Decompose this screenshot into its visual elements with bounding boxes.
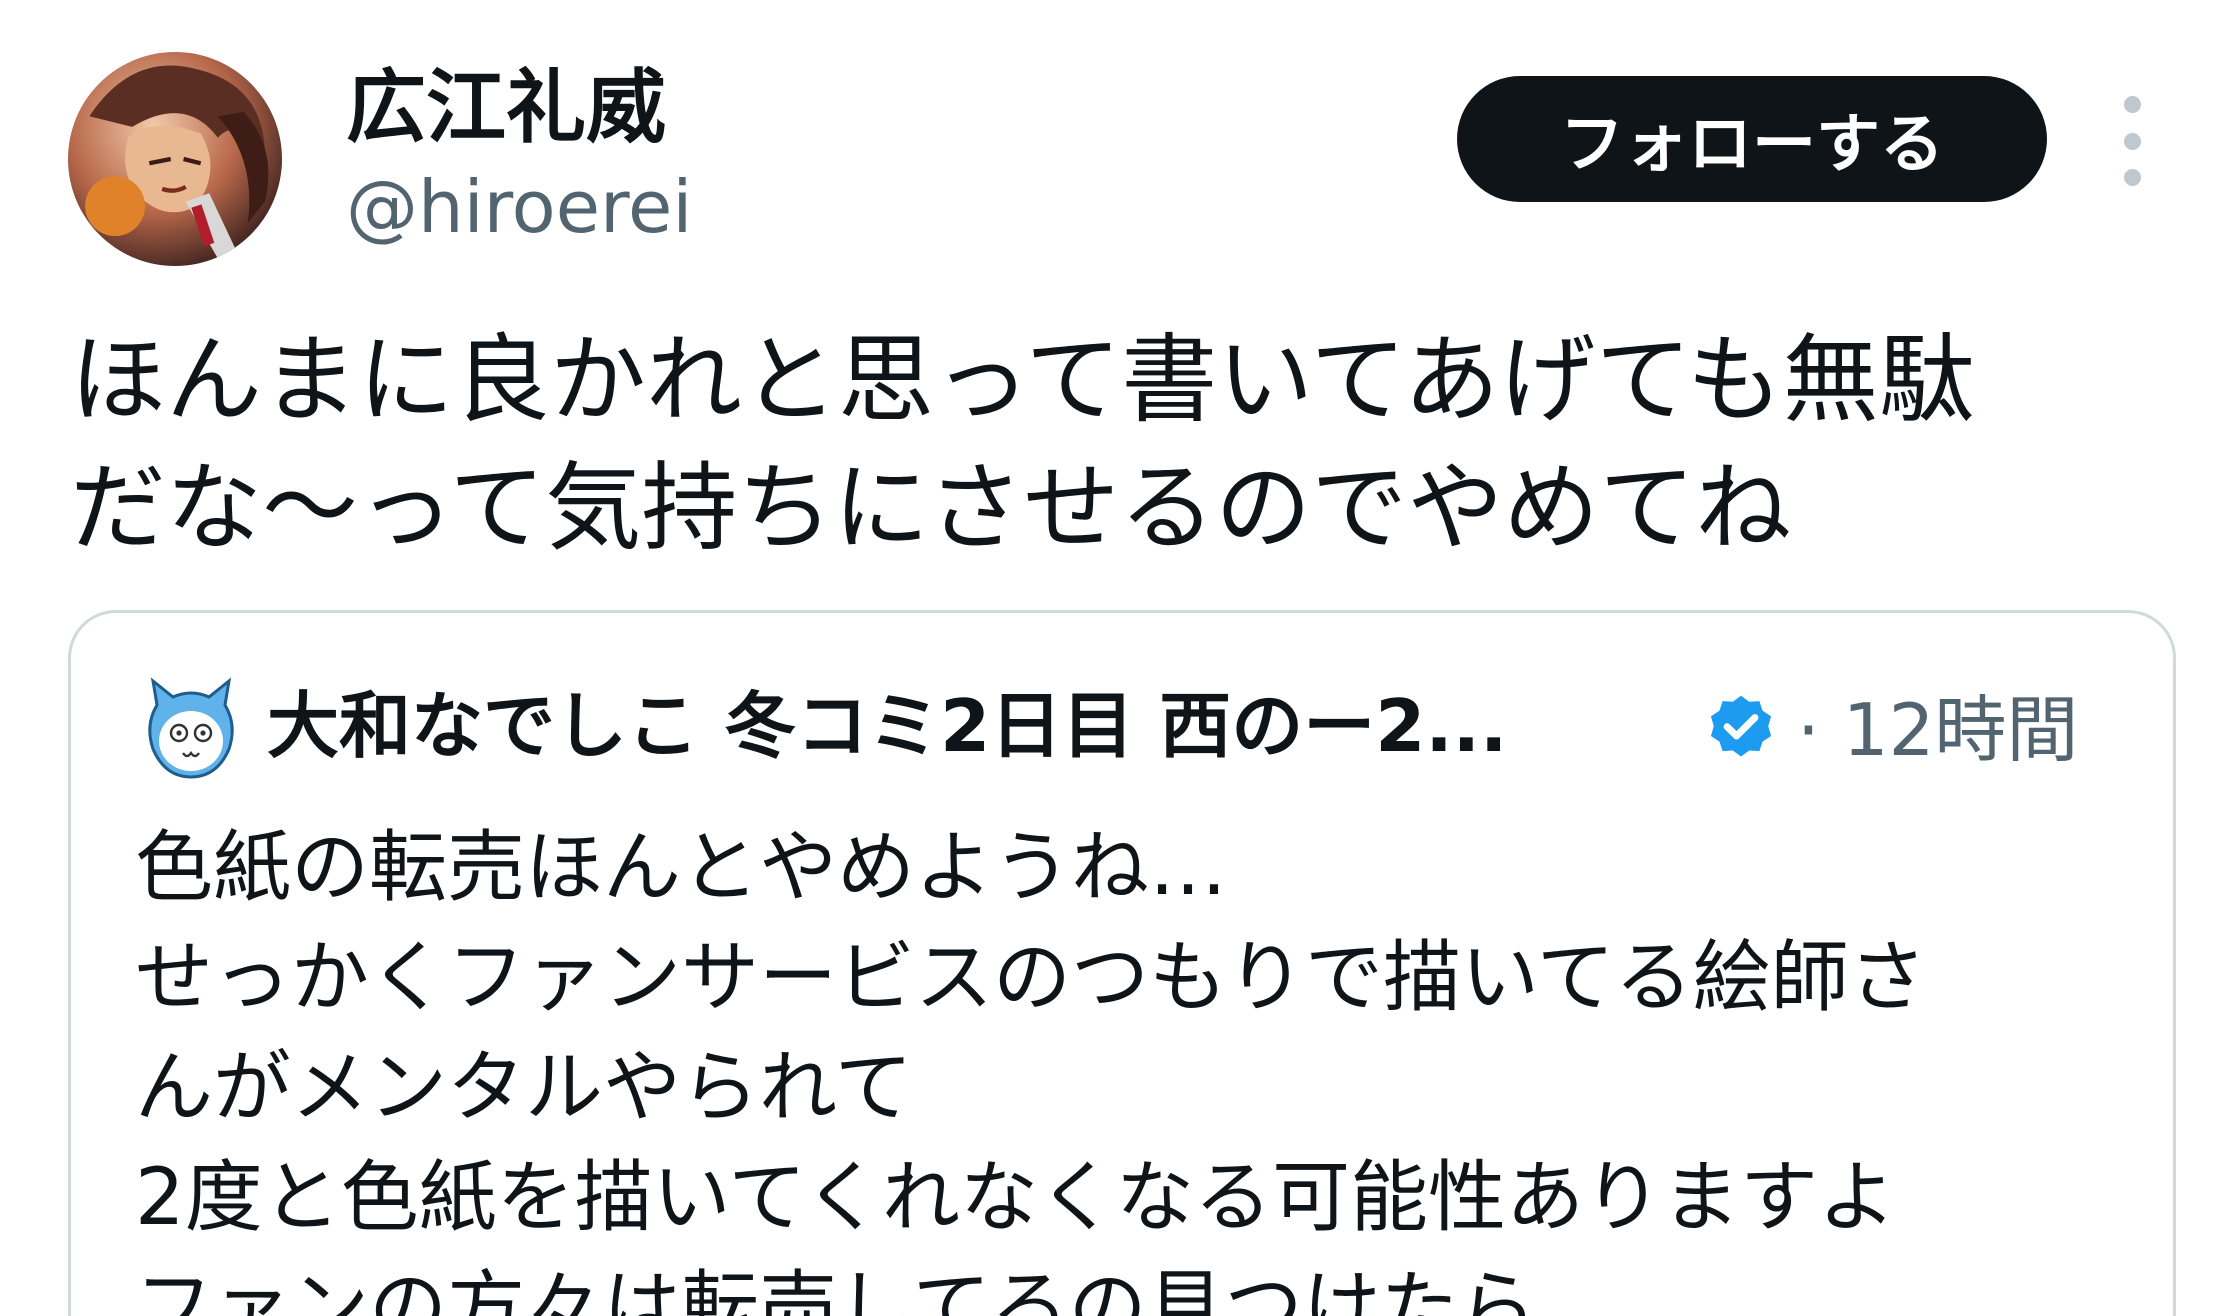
avatar-illustration: [85, 65, 269, 266]
quoted-text-line: 色紙の転売ほんとやめようね…: [135, 823, 1228, 913]
quoted-text-line: んがメンタルやられて: [135, 1043, 913, 1133]
quoted-text-line: ファンの方々は転売してるの見つけたら: [135, 1263, 1537, 1316]
quoted-timestamp[interactable]: · 12時間: [1797, 675, 2078, 785]
quoted-text-line: 2度と色紙を描いてくれなくなる可能性ありますよ: [135, 1153, 1896, 1243]
more-dot: [2123, 96, 2141, 113]
quoted-text-line: せっかくファンサービスのつもりで描いてる絵師さ: [135, 933, 1927, 1023]
author-handle[interactable]: @hiroerei: [346, 162, 692, 252]
cat-mascot-icon: [148, 677, 234, 779]
author-display-name[interactable]: 広江礼威: [346, 58, 666, 158]
quoted-author-avatar[interactable]: [145, 677, 237, 781]
quoted-tweet-text: 色紙の転売ほんとやめようね… せっかくファンサービスのつもりで描いてる絵師さ ん…: [135, 813, 2135, 1316]
quoted-tweet[interactable]: 大和なでしこ 冬コミ2日目 西のー2... · 12時間 色紙の転売ほんとやめよ…: [68, 610, 2176, 1316]
follow-button[interactable]: フォローする: [1457, 76, 2047, 202]
more-dot: [2123, 169, 2141, 186]
verified-badge-icon: [1703, 691, 1779, 767]
quoted-author-name[interactable]: 大和なでしこ 冬コミ2日目 西のー2...: [267, 671, 1757, 781]
author-avatar[interactable]: [68, 52, 282, 266]
tweet-card: 広江礼威 @hiroerei フォローする ほんまに良かれと思って書いてあげても…: [0, 0, 2237, 1316]
tweet-text-line: だな〜って気持ちにさせるのでやめてね: [70, 452, 1792, 564]
more-options-icon[interactable]: [2110, 96, 2154, 186]
tweet-text: ほんまに良かれと思って書いてあげても無駄 だな〜って気持ちにさせるのでやめてね: [70, 316, 2190, 572]
tweet-text-line: ほんまに良かれと思って書いてあげても無駄: [70, 324, 1975, 436]
more-dot: [2123, 132, 2141, 150]
